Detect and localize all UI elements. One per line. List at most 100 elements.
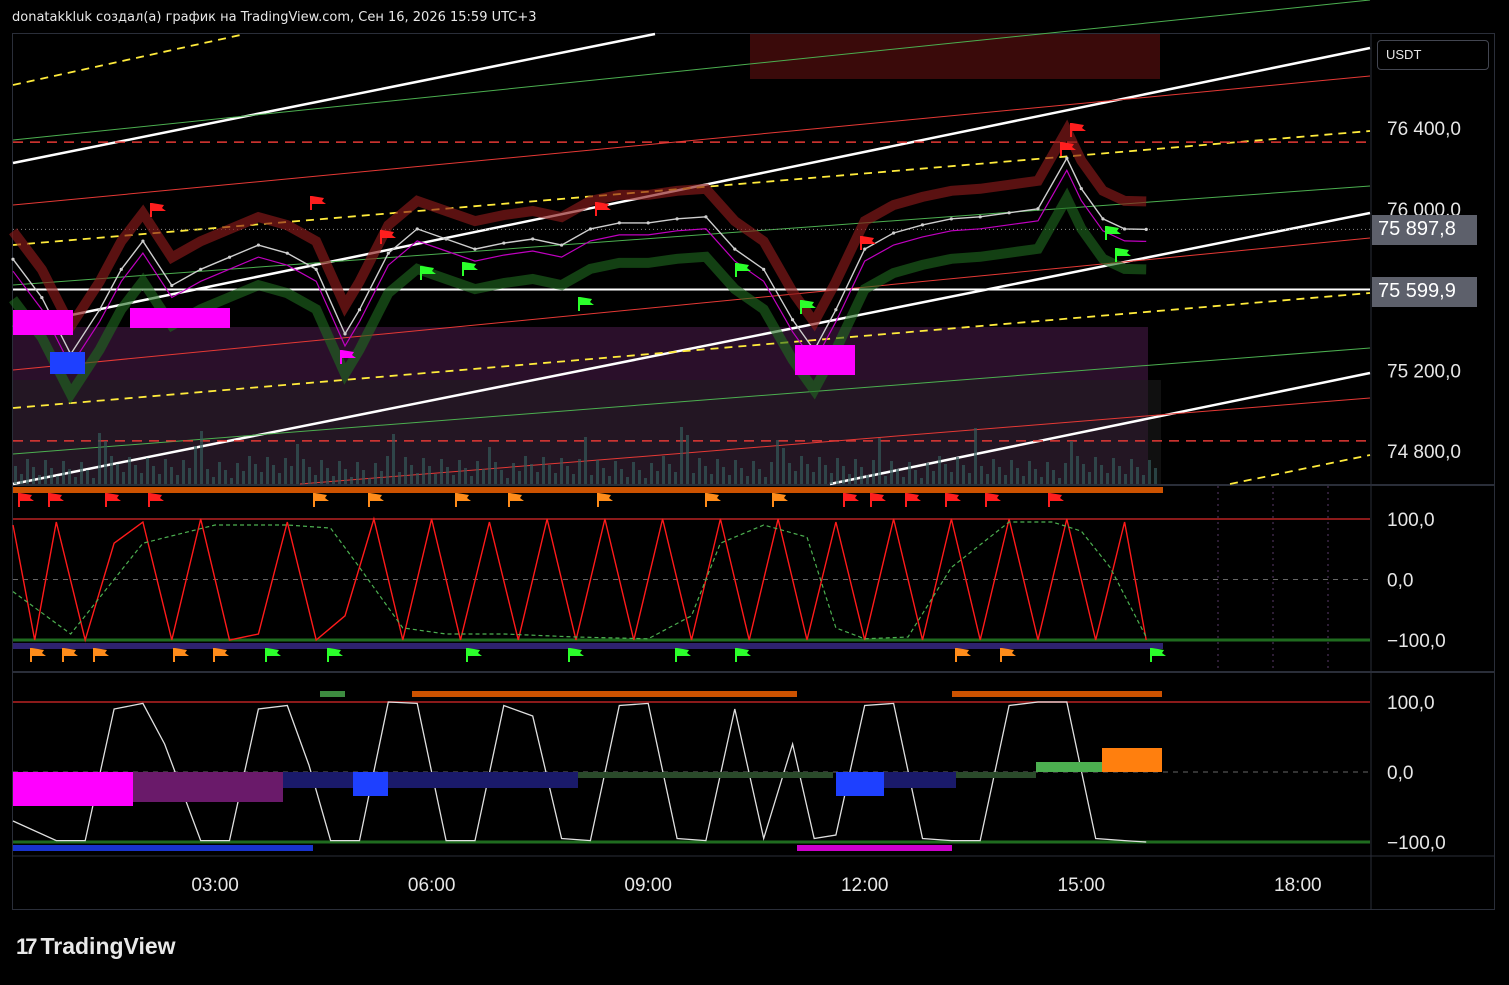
volume-bar — [824, 465, 827, 484]
volume-bar — [902, 477, 905, 484]
price-point — [199, 267, 203, 271]
price-point — [617, 221, 621, 225]
red-flag-pole — [310, 196, 312, 210]
green-flag-pole — [1105, 226, 1107, 240]
price-point — [40, 295, 44, 300]
histogram-bar — [13, 772, 133, 806]
volume-bar — [386, 456, 389, 484]
volume-bar — [1028, 461, 1031, 484]
volume-bar — [50, 468, 53, 484]
price-axis-tick: 74 800,0 — [1387, 442, 1461, 463]
price-point — [386, 251, 390, 255]
volume-bar — [320, 460, 323, 484]
volume-bar — [326, 468, 329, 484]
volume-bar — [968, 473, 971, 484]
red-flag-pole — [48, 493, 50, 507]
volume-bar — [236, 463, 239, 484]
volume-bar — [404, 457, 407, 484]
green-flag — [464, 262, 478, 270]
red-flag — [107, 493, 121, 501]
price-point — [473, 247, 477, 251]
red-flag-pole — [985, 493, 987, 507]
volume-bar — [350, 477, 353, 484]
time-axis-tick: 12:00 — [841, 875, 889, 896]
volume-bar — [254, 464, 257, 484]
price-axis-tick: 76 400,0 — [1387, 119, 1461, 140]
volume-bar — [32, 467, 35, 484]
channel-line — [12, 0, 1371, 141]
volume-bar — [1058, 478, 1061, 484]
volume-bar — [296, 444, 299, 484]
volume-bar — [962, 465, 965, 484]
volume-bar — [476, 461, 479, 484]
red-flag-pole — [105, 493, 107, 507]
volume-bar — [116, 464, 119, 484]
volume-bar — [140, 473, 143, 484]
volume-bar — [728, 475, 731, 484]
osc-axis-tick: 100,0 — [1387, 693, 1435, 714]
orange-flag-pole — [1000, 648, 1002, 662]
volume-bar — [932, 471, 935, 484]
volume-bar — [740, 468, 743, 484]
price-point — [141, 239, 145, 243]
channel-line — [1229, 454, 1371, 485]
red-flag-pole — [945, 493, 947, 507]
tradingview-logo[interactable]: 17 TradingView — [16, 933, 176, 960]
volume-bar — [920, 478, 923, 484]
volume-bar — [1112, 458, 1115, 484]
price-point — [1144, 227, 1148, 231]
volume-bar — [656, 471, 659, 484]
green-flag — [267, 648, 281, 656]
volume-bar — [1052, 470, 1055, 484]
volume-bar — [632, 462, 635, 484]
volume-bar — [110, 456, 113, 484]
volume-bar — [908, 462, 911, 484]
volume-bar — [104, 441, 107, 484]
osc-axis-tick: 100,0 — [1387, 510, 1435, 531]
orange-flag — [457, 493, 471, 501]
volume-bar — [1076, 456, 1079, 484]
volume-bar — [668, 464, 671, 484]
volume-bar — [494, 462, 497, 484]
price-point — [1079, 186, 1083, 191]
histogram-bar — [956, 772, 1036, 778]
volume-bar — [782, 448, 785, 484]
chart-canvas[interactable]: 76 400,076 000,075 200,074 800,0100,00,0… — [0, 0, 1509, 985]
volume-bar — [704, 466, 707, 484]
green-flag-pole — [800, 300, 802, 314]
volume-bar — [674, 472, 677, 484]
price-point — [1122, 227, 1127, 231]
currency-selector[interactable]: USDT — [1377, 40, 1489, 70]
volume-bar — [842, 466, 845, 484]
volume-bar — [128, 457, 131, 484]
orange-flag — [774, 493, 788, 501]
price-point — [1101, 217, 1105, 221]
volume-bar — [398, 472, 401, 484]
volume-bar — [1034, 469, 1037, 484]
volume-bar — [872, 460, 875, 484]
price-point — [588, 227, 593, 231]
volume-bar — [1106, 473, 1109, 484]
orange-flag-pole — [508, 493, 510, 507]
red-flag — [597, 202, 611, 210]
signal-strip — [797, 845, 952, 851]
price-point — [863, 247, 867, 251]
volume-bar — [182, 460, 185, 484]
volume-bar — [56, 476, 59, 484]
red-flag-pole — [843, 493, 845, 507]
signal-strip — [13, 643, 1163, 649]
volume-bar — [440, 459, 443, 484]
volume-bar — [572, 474, 575, 484]
volume-bar — [686, 435, 689, 484]
red-flag-pole — [860, 236, 862, 250]
red-flag — [150, 493, 164, 501]
price-point — [762, 267, 766, 271]
red-flag — [312, 196, 326, 204]
volume-bar — [1004, 475, 1007, 484]
green-flag — [1152, 648, 1166, 656]
orange-flag — [1002, 648, 1016, 656]
red-flag — [382, 230, 396, 238]
volume-bar — [1010, 460, 1013, 484]
red-flag-pole — [905, 493, 907, 507]
volume-bar — [218, 462, 221, 484]
